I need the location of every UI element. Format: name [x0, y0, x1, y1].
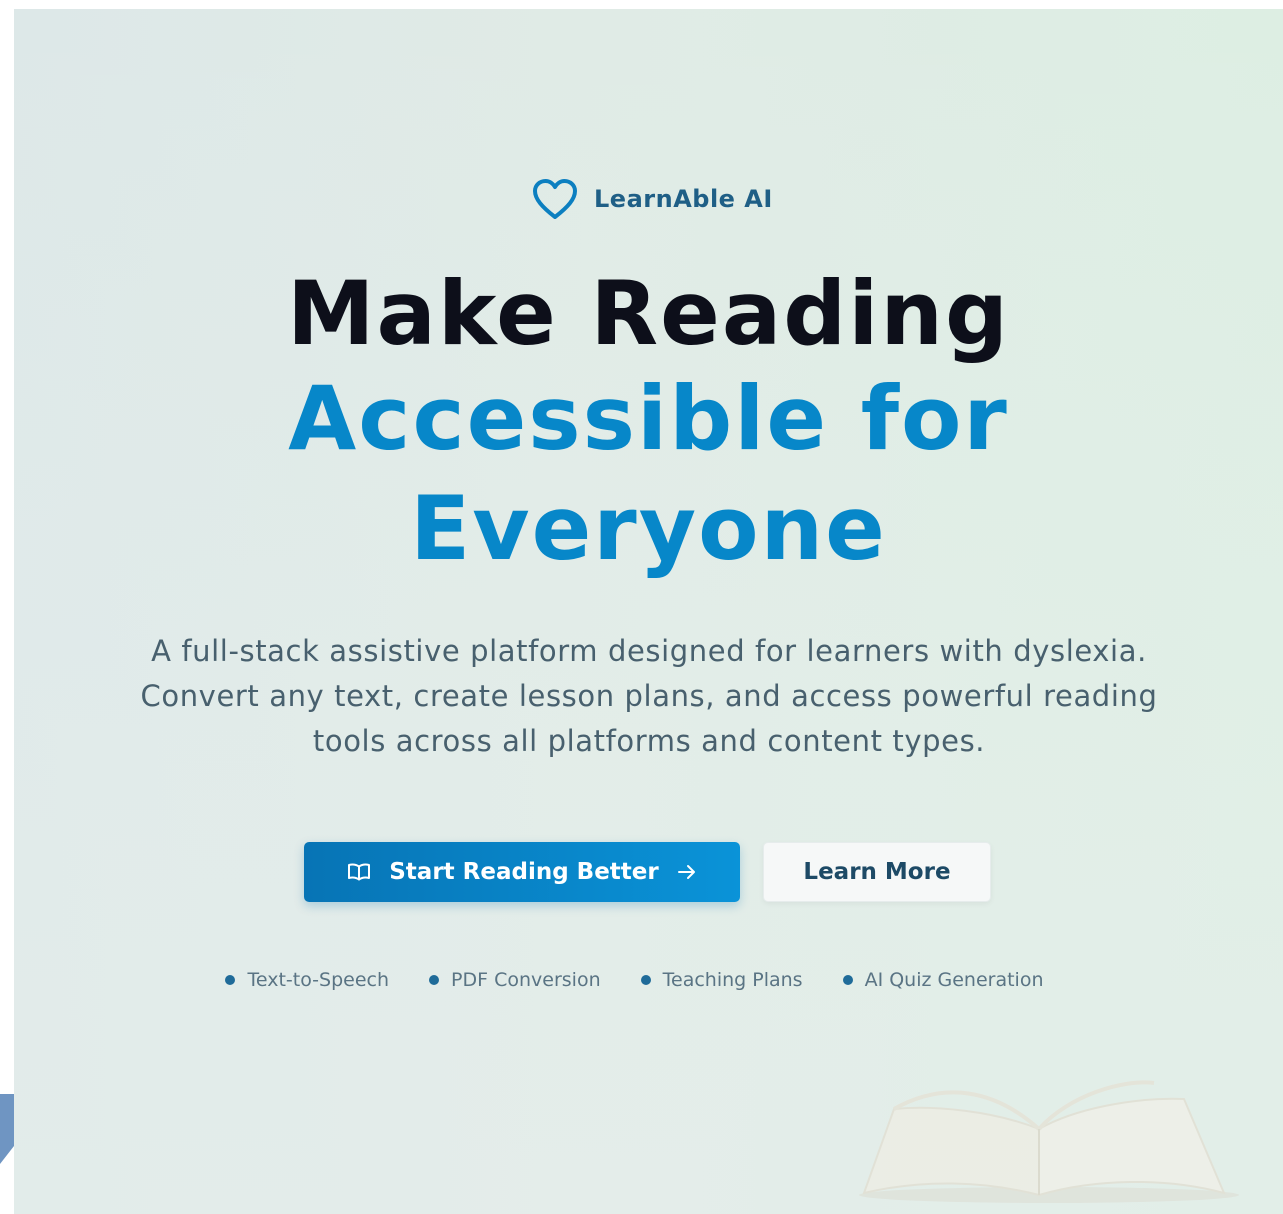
hero-title-line-2: Accessible for	[288, 367, 1009, 470]
bullet-dot	[429, 975, 440, 985]
start-reading-label: Start Reading Better	[389, 859, 659, 885]
arrow-right-icon	[677, 864, 697, 880]
feature-label: Text-to-Speech	[247, 969, 390, 991]
feature-label: AI Quiz Generation	[864, 969, 1044, 991]
side-tab[interactable]	[0, 1094, 14, 1164]
hero-title-line-3: Everyone	[410, 477, 887, 580]
feature-label: Teaching Plans	[662, 969, 803, 991]
feature-label: PDF Conversion	[451, 969, 601, 991]
feature-item: Teaching Plans	[640, 969, 803, 991]
book-open-icon	[347, 862, 371, 882]
heart-icon	[532, 178, 578, 220]
hero-title-line-1: Make Reading	[286, 262, 1011, 365]
bullet-dot	[225, 975, 236, 985]
feature-list: Text-to-Speech PDF Conversion Teaching P…	[14, 969, 1269, 991]
feature-item: Text-to-Speech	[225, 969, 389, 991]
hero-section: LearnAble AI Make Reading Accessible for…	[14, 9, 1283, 1214]
learn-more-label: Learn More	[803, 859, 951, 885]
brand-name: LearnAble AI	[594, 185, 773, 213]
start-reading-button[interactable]: Start Reading Better	[304, 842, 740, 902]
bullet-dot	[640, 975, 651, 985]
bullet-dot	[842, 975, 853, 985]
open-book-illustration	[859, 1080, 1239, 1203]
feature-item: PDF Conversion	[429, 969, 601, 991]
feature-item: AI Quiz Generation	[842, 969, 1044, 991]
learn-more-button[interactable]: Learn More	[763, 842, 991, 902]
hero-subtitle: A full-stack assistive platform designed…	[140, 634, 1158, 758]
brand[interactable]: LearnAble AI	[532, 177, 773, 221]
